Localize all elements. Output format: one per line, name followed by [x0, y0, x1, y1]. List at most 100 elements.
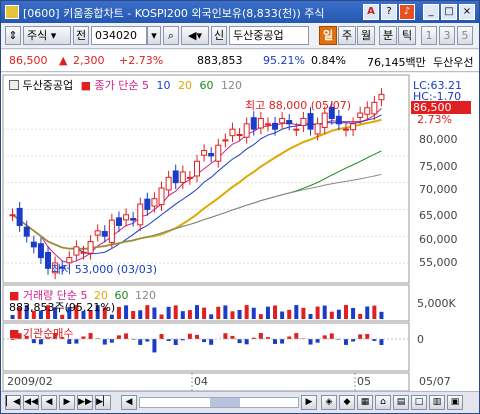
tab-week[interactable]: 주 — [338, 26, 356, 45]
candle — [186, 176, 193, 179]
volume-bar — [159, 314, 164, 319]
volume-bar — [315, 306, 320, 319]
tab-minute[interactable]: 분 — [379, 26, 397, 45]
tab-month[interactable]: 월 — [357, 26, 375, 45]
legend-ma-label: 종가 단순 — [94, 79, 139, 92]
quote-amount: 76,145백만 — [367, 56, 426, 69]
prev-button[interactable]: 전 — [73, 26, 89, 45]
volume-bar — [365, 306, 370, 319]
tool-5-icon[interactable]: ▤ — [393, 395, 409, 410]
quote-bar: 86,500 ▲ 2,300 +2.73% 883,853 95.21% 0.8… — [1, 50, 479, 72]
tool-1-icon[interactable]: ◈ — [321, 395, 337, 410]
tick-80000: 80,000 — [419, 133, 458, 146]
volume-bar — [251, 307, 256, 319]
tool-4-icon[interactable]: ⌂ — [375, 395, 391, 410]
quote-price: 86,500 — [9, 54, 48, 67]
high-label: 최고 88,000 (05/07) — [245, 99, 352, 112]
candle — [215, 144, 222, 162]
type-select[interactable]: 주식 ▾ — [23, 26, 71, 45]
tool-6-icon[interactable]: □ — [411, 395, 427, 410]
institution-bar — [322, 335, 327, 339]
zoom-thumb[interactable] — [210, 398, 240, 407]
alert-button[interactable]: A — [363, 4, 379, 20]
institution-bar — [258, 333, 263, 339]
chart-svg[interactable] — [1, 73, 479, 393]
volume-bar — [265, 306, 270, 319]
code-input[interactable]: 034020 — [91, 26, 147, 45]
tick-65000: 65,000 — [419, 209, 458, 222]
search-icon[interactable]: ⌕ — [163, 26, 179, 45]
tab-tick[interactable]: 틱 — [398, 26, 416, 45]
volume-bar — [216, 306, 221, 319]
code-dropdown-icon[interactable]: ▾ — [147, 26, 161, 45]
minimize-button[interactable]: _ — [423, 4, 439, 20]
nav-first-button[interactable]: ▏◀ — [5, 395, 21, 410]
chart-area[interactable]: 두산중공업 ■ 종가 단순 5 10 20 60 120 최고 88,000 (… — [1, 73, 479, 393]
tool-8-icon[interactable]: ▣ — [447, 395, 463, 410]
candle — [208, 153, 215, 157]
date-label-start: 2009/02 — [7, 375, 53, 388]
candle — [94, 230, 101, 236]
candle — [172, 170, 179, 184]
candle — [286, 120, 293, 125]
zoom-out-button[interactable]: ◀ — [121, 395, 137, 410]
volume-bar — [280, 311, 285, 319]
volume-bar — [173, 305, 178, 319]
volume-bar — [379, 311, 384, 319]
institution-bar — [102, 339, 107, 345]
credit-icon[interactable]: 신 — [211, 26, 227, 45]
institution-bar — [116, 335, 121, 339]
interval-1[interactable]: 1 — [421, 26, 437, 45]
volume-bar — [237, 309, 242, 319]
quote-change-pct: +2.73% — [119, 54, 164, 67]
maximize-button[interactable]: □ — [441, 4, 457, 20]
tab-day[interactable]: 일 — [319, 26, 337, 45]
window-title: [0600] 키움종합차트 - KOSPI200 외국인보유(8,833(천))… — [23, 7, 325, 20]
help-button[interactable]: ? — [381, 4, 397, 20]
tool-3-icon[interactable]: ▦ — [357, 395, 373, 410]
candle — [307, 113, 314, 130]
up-arrow-icon: ▲ — [59, 54, 68, 67]
nav-prev-page-button[interactable]: ◀◀ — [23, 395, 39, 410]
candle — [108, 219, 115, 243]
nav-next-button[interactable]: ▶ — [59, 395, 75, 410]
pin-icon[interactable]: ⇕ — [5, 26, 21, 45]
zoom-track[interactable] — [139, 397, 299, 408]
volume-bar — [109, 314, 114, 319]
toolbar: ⇕ 주식 ▾ 전 034020 ▾ ⌕ ◀▾ 신 두산중공업 일 주 월 분 틱… — [1, 23, 479, 49]
candle — [229, 128, 236, 137]
interval-3[interactable]: 3 — [439, 26, 455, 45]
candle — [9, 214, 16, 217]
date-label-end: 05/07 — [419, 375, 451, 388]
legend-ma60: 60 — [199, 79, 214, 92]
tool-7-icon[interactable]: ▥ — [429, 395, 445, 410]
nav-last-button[interactable]: ▶▏ — [95, 395, 111, 410]
legend-ma5: 5 — [142, 79, 149, 92]
volume-bar — [336, 309, 341, 319]
legend-icon[interactable] — [9, 80, 19, 90]
candle — [371, 101, 378, 115]
volume-bar — [131, 311, 136, 319]
institution-bar — [308, 339, 313, 345]
candle — [293, 128, 300, 131]
speaker-icon[interactable]: ◀▾ — [181, 26, 209, 45]
nav-prev-button[interactable]: ◀ — [41, 395, 57, 410]
candle — [279, 117, 286, 124]
institution-bar — [152, 339, 157, 353]
candle — [350, 123, 357, 131]
nav-next-page-button[interactable]: ▶▶ — [77, 395, 93, 410]
institution-bar — [74, 339, 79, 344]
candle — [236, 134, 243, 137]
interval-5[interactable]: 5 — [457, 26, 473, 45]
legend-ma20: 20 — [178, 79, 192, 92]
candle — [144, 198, 151, 210]
zoom-in-button[interactable]: ▶ — [301, 395, 317, 410]
institution-bar — [88, 333, 93, 339]
quote-ratio2: 0.84% — [311, 54, 346, 67]
quote-volume: 883,853 — [197, 54, 243, 67]
tool-2-icon[interactable]: ◆ — [339, 395, 355, 410]
close-button[interactable]: × — [459, 4, 475, 20]
institution-bar — [124, 333, 129, 339]
icon-button[interactable]: ♪ — [399, 4, 415, 20]
volume-bar — [308, 313, 313, 319]
